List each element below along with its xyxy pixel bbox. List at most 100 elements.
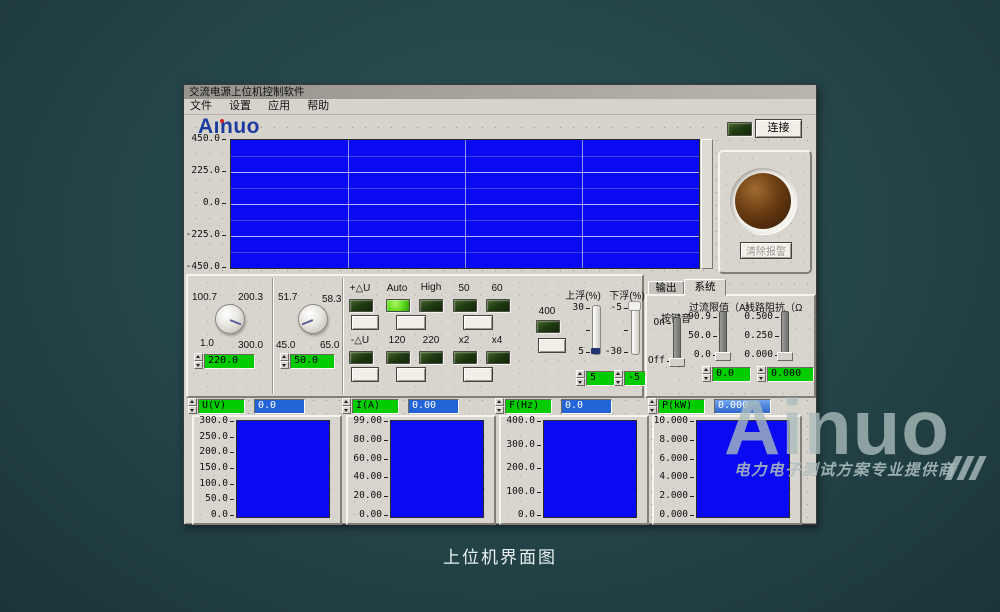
axis-tick-label: 60.00 [353,454,388,464]
overcurrent-spinner[interactable] [702,366,711,381]
axis-tick-label: 0.000 [659,510,694,520]
axis-tick-label: 450.0 [191,134,226,144]
axis-tick-label: 10.000 [654,416,694,426]
meter-current-y-axis: 99.0080.0060.0040.0020.000.00 [348,416,388,520]
control-panel: 100.7 200.3 1.0 300.0 220.0 51.7 58.3 45… [186,274,644,398]
float-up-thumb[interactable] [591,348,600,354]
du-plus-led [349,299,373,312]
beep-scale: OnOff [647,318,671,366]
voltage-setpoint-display[interactable]: 220.0 [204,354,255,369]
overcurrent-display[interactable]: 0.0 [712,367,751,382]
voltage-knob-pointer [230,319,242,325]
menu-file[interactable]: 文件 [190,100,212,112]
float-down-scale: -5-30 [600,303,628,357]
v400-led [536,320,560,333]
beep-thumb[interactable] [669,358,685,367]
f60-label: 60 [482,283,512,294]
impedance-display[interactable]: 0.000 [767,367,814,382]
impedance-thumb[interactable] [777,352,793,361]
meter-group-current: I(A) 0.00 99.0080.0060.0040.0020.000.00 [342,397,493,521]
connect-button[interactable]: 连接 [755,119,802,138]
axis-tick-label: 300.0 [199,416,234,426]
voltage-knob[interactable] [215,304,245,334]
clear-alarm-button[interactable]: 清除报警 [740,242,792,259]
frequency-knob[interactable] [298,304,328,334]
axis-tick-label: 5 [578,347,590,357]
axis-tick-label: 0.00 [359,510,388,520]
axis-tick-label: 99.00 [353,416,388,426]
voltage-spinner[interactable] [194,353,203,368]
axis-tick-label: 50.0 [688,331,717,341]
axis-tick-label: 0.0 [203,198,226,208]
voltage-knob-max-label: 300.0 [238,340,263,351]
meter-current-label[interactable]: I(A) [352,399,399,414]
axis-tick-label: 225.0 [191,166,226,176]
menu-settings[interactable]: 设置 [229,100,251,112]
meter-group-voltage: U(V) 0.0 300.0250.0200.0150.0100.050.00.… [188,397,339,521]
axis-tick-label: 6.000 [659,454,694,464]
x2-x4-toggle-button[interactable] [463,367,493,382]
alarm-indicator-light [735,173,791,229]
meter-voltage-chart-frame: 300.0250.0200.0150.0100.050.00.0 [192,415,342,525]
voltage-knob-max2-label: 200.3 [238,292,263,303]
voltage-knob-min2-label: 100.7 [192,292,217,303]
du-plus-button[interactable] [351,315,379,330]
auto-led [386,299,410,312]
system-tab-panel: 过流限值（A） 线路阻抗（Ω 按键音 OnOff 90.950.00.0 0.0… [645,294,816,398]
image-caption: 上位机界面图 [0,543,1000,568]
impedance-spinner[interactable] [757,366,766,381]
freq-knob-min-label: 45.0 [276,340,295,351]
meter-current-spinner[interactable] [342,398,351,413]
meter-voltage-spinner[interactable] [188,398,197,413]
axis-tick-label: 0.0 [518,510,541,520]
title-bar[interactable]: 交流电源上位机控制软件 [184,85,816,99]
meter-power-plot [696,420,790,518]
f50-f60-toggle-button[interactable] [463,315,493,330]
overcurrent-thumb[interactable] [715,352,731,361]
menu-help[interactable]: 帮助 [307,100,329,112]
v400-button[interactable] [538,338,566,353]
du-minus-button[interactable] [351,367,379,382]
freq-knob-max2-label: 58.3 [322,294,341,305]
axis-tick-label: 0.0 [694,350,717,360]
auto-high-toggle-button[interactable] [396,315,426,330]
axis-tick-label: 300.0 [506,440,541,450]
float-up-spinner[interactable] [576,370,585,385]
graph-scrollbar[interactable] [701,139,713,269]
du-plus-label: +△U [345,283,375,294]
x4-label: x4 [482,335,512,346]
meter-current-chart-frame: 99.0080.0060.0040.0020.000.00 [346,415,496,525]
axis-tick-label: -5 [611,303,628,313]
x2-label: x2 [449,335,479,346]
meter-group-frequency: F(Hz) 0.0 400.0300.0200.0100.00.0 [495,397,646,521]
float-down-thumb[interactable] [628,301,641,311]
float-down-spinner[interactable] [614,370,623,385]
v120-led [386,351,410,364]
meter-voltage-label[interactable]: U(V) [198,399,245,414]
frequency-spinner[interactable] [280,353,289,368]
meter-power-chart-frame: 10.0008.0006.0004.0002.0000.000 [652,415,802,525]
axis-tick-label: -450.0 [186,262,226,272]
meter-voltage-plot [236,420,330,518]
float-up-title: 上浮(%) [560,287,606,302]
f50-label: 50 [449,283,479,294]
meter-power-label[interactable]: P(kW) [658,399,705,414]
meter-frequency-label[interactable]: F(Hz) [505,399,552,414]
x4-led [486,351,510,364]
axis-tick-label: 30 [573,303,590,313]
axis-tick-label: 250.0 [199,432,234,442]
v120-v220-toggle-button[interactable] [396,367,426,382]
float-down-slider[interactable] [631,305,640,355]
auto-label: Auto [382,283,412,294]
tab-system[interactable]: 系统 [684,279,726,296]
meter-power-spinner[interactable] [648,398,657,413]
menu-apply[interactable]: 应用 [268,100,290,112]
connect-status-led [727,122,752,136]
meter-frequency-spinner[interactable] [495,398,504,413]
frequency-setpoint-display[interactable]: 50.0 [290,354,335,369]
axis-tick-label: 200.0 [506,463,541,473]
axis-tick-label: 8.000 [659,435,694,445]
meter-power-y-axis: 10.0008.0006.0004.0002.0000.000 [654,416,694,520]
meter-group-power: P(kW) 0.000 10.0008.0006.0004.0002.0000.… [648,397,799,521]
axis-tick-label: 90.9 [688,312,717,322]
